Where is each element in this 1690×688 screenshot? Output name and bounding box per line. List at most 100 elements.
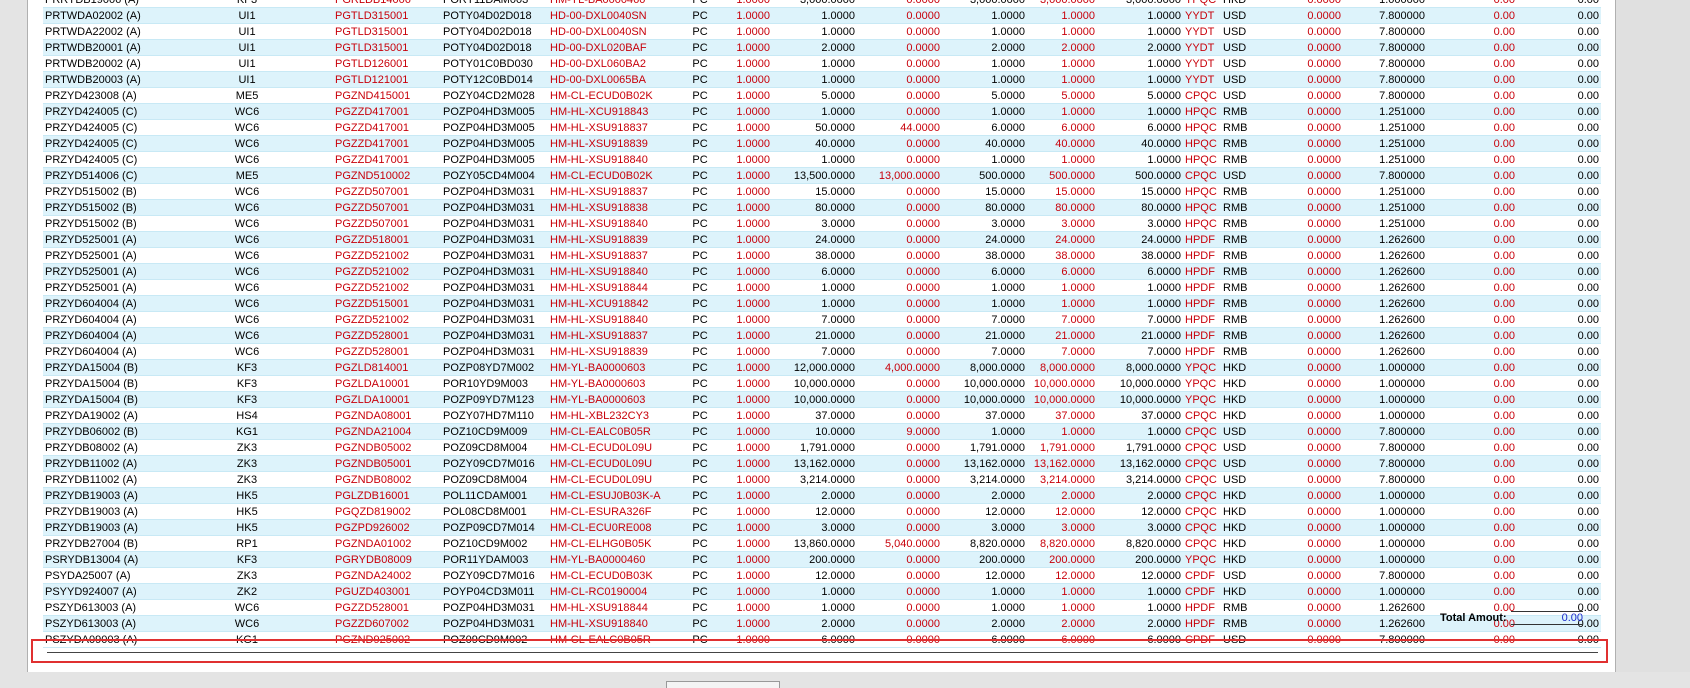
cell-amount: 0.0000 <box>1283 567 1343 584</box>
cell-status-code: HPDF <box>1183 279 1221 296</box>
cell-po-no: POYP04CD3M011 <box>441 583 548 600</box>
cell-dept: UI1 <box>161 55 333 72</box>
cell-local-amount: 0.00 <box>1427 23 1517 40</box>
table-row: PSYYD924007 (A) ZK2 PGUZD403001 POYP04CD3M0… <box>43 583 1601 600</box>
cell-part-no: HM-HL-XSU918837 <box>548 119 678 136</box>
cell-net-amount: 0.00 <box>1517 519 1601 536</box>
cell-qty-ordered: 13,500.0000 <box>772 167 857 184</box>
cell-status-code: HPQC <box>1183 151 1221 168</box>
cell-rate: 1.0000 <box>722 247 772 264</box>
cell-order-no: PRZYD515002 (B) <box>43 183 161 200</box>
cell-ref-no: PGZZD521002 <box>333 279 441 296</box>
cell-part-no: HM-CL-ECUD0B03K <box>548 567 678 584</box>
cell-order-no: PRZYD525001 (A) <box>43 263 161 280</box>
cell-exchange-rate: 7.800000 <box>1343 39 1427 56</box>
cell-currency: RMB <box>1221 279 1283 296</box>
cell-amount: 0.0000 <box>1283 487 1343 504</box>
cell-exchange-rate: 1.262600 <box>1343 343 1427 360</box>
cell-unit: PC <box>678 119 722 136</box>
cell-qty-ordered: 3.0000 <box>772 215 857 232</box>
cell-dept: WC6 <box>161 183 333 200</box>
cell-qty-total: 38.0000 <box>1097 247 1183 264</box>
cell-amount: 0.0000 <box>1283 343 1343 360</box>
cell-po-no: POZP04HD3M031 <box>441 231 548 248</box>
cell-exchange-rate: 1.000000 <box>1343 391 1427 408</box>
cell-local-amount: 0.00 <box>1427 215 1517 232</box>
table-row: PSZYD613003 (A) WC6 PGZZD528001 POZP04HD3M0… <box>43 599 1601 616</box>
cell-qty-cancelled: 0.0000 <box>857 0 942 8</box>
cell-order-no: PRZYD604004 (A) <box>43 311 161 328</box>
cell-status-code: YYDT <box>1183 39 1221 56</box>
cell-ref-no: PGZZD417001 <box>333 135 441 152</box>
cell-qty-total: 1.0000 <box>1097 23 1183 40</box>
cell-rate: 1.0000 <box>722 487 772 504</box>
cell-part-no: HM-HL-XSU918844 <box>548 279 678 296</box>
cell-po-no: POZ10CD9M009 <box>441 423 548 440</box>
cell-dept: WC6 <box>161 295 333 312</box>
cell-local-amount: 0.00 <box>1427 391 1517 408</box>
cell-exchange-rate: 1.262600 <box>1343 295 1427 312</box>
cell-unit: PC <box>678 71 722 88</box>
cell-local-amount: 0.00 <box>1427 407 1517 424</box>
cell-ref-no: PGZPD926002 <box>333 519 441 536</box>
cell-qty-shipped: 80.0000 <box>1027 199 1097 216</box>
cell-qty-shipped: 1.0000 <box>1027 23 1097 40</box>
cell-qty-balance: 15.0000 <box>942 183 1027 200</box>
cell-rate: 1.0000 <box>722 567 772 584</box>
cell-exchange-rate: 1.251000 <box>1343 183 1427 200</box>
table-row: PSRYDB13004 (A) KF3 PGRYDB08009 POR11YDAM00… <box>43 551 1601 568</box>
cell-exchange-rate: 1.000000 <box>1343 0 1427 8</box>
cell-net-amount: 0.00 <box>1517 167 1601 184</box>
cell-status-code: CPQC <box>1183 407 1221 424</box>
cell-rate: 1.0000 <box>722 471 772 488</box>
cell-exchange-rate: 1.251000 <box>1343 135 1427 152</box>
cell-order-no: PRTWDA02002 (A) <box>43 7 161 24</box>
cell-qty-ordered: 13,860.0000 <box>772 535 857 552</box>
cell-dept: WC6 <box>161 327 333 344</box>
cell-qty-total: 3.0000 <box>1097 519 1183 536</box>
cell-order-no: PRRYDB19006 (A) <box>43 0 161 8</box>
cell-local-amount: 0.00 <box>1427 503 1517 520</box>
table-row: PRZYDA19002 (A) HS4 PGZNDA08001 POZY07HD7M1… <box>43 407 1601 424</box>
cell-currency: RMB <box>1221 103 1283 120</box>
cell-ref-no: PGZZD521002 <box>333 263 441 280</box>
cell-unit: PC <box>678 455 722 472</box>
cell-rate: 1.0000 <box>722 55 772 72</box>
cell-status-code: CPQC <box>1183 503 1221 520</box>
cell-rate: 1.0000 <box>722 151 772 168</box>
cell-ref-no: PGLZDB16001 <box>333 487 441 504</box>
cell-rate: 1.0000 <box>722 359 772 376</box>
cell-exchange-rate: 7.800000 <box>1343 567 1427 584</box>
cell-net-amount: 0.00 <box>1517 263 1601 280</box>
cell-dept: HK5 <box>161 503 333 520</box>
cell-unit: PC <box>678 0 722 8</box>
cell-dept: WC6 <box>161 247 333 264</box>
cell-rate: 1.0000 <box>722 183 772 200</box>
cell-unit: PC <box>678 535 722 552</box>
cell-dept: RP1 <box>161 535 333 552</box>
cell-exchange-rate: 1.000000 <box>1343 359 1427 376</box>
cell-unit: PC <box>678 599 722 616</box>
cell-amount: 0.0000 <box>1283 359 1343 376</box>
cell-qty-ordered: 1.0000 <box>772 583 857 600</box>
table-row: PRZYD525001 (A) WC6 PGZZD521002 POZP04HD3M0… <box>43 263 1601 280</box>
cell-order-no: PRZYDA19002 (A) <box>43 407 161 424</box>
cell-qty-total: 80.0000 <box>1097 199 1183 216</box>
table-row: PRZYDA15004 (B) KF3 PGZLD814001 POZP08YD7M0… <box>43 359 1601 376</box>
cell-qty-total: 12.0000 <box>1097 503 1183 520</box>
cell-amount: 0.0000 <box>1283 167 1343 184</box>
cell-part-no: HM-HL-XSU918840 <box>548 263 678 280</box>
table-row: PRZYD424005 (C) WC6 PGZZD417001 POZP04HD3M0… <box>43 103 1601 120</box>
cell-net-amount: 0.00 <box>1517 567 1601 584</box>
cell-amount: 0.0000 <box>1283 39 1343 56</box>
cell-qty-balance: 6.0000 <box>942 263 1027 280</box>
cell-amount: 0.0000 <box>1283 503 1343 520</box>
cell-qty-ordered: 12.0000 <box>772 567 857 584</box>
cell-exchange-rate: 1.262600 <box>1343 263 1427 280</box>
cell-ref-no: PGZZD417001 <box>333 103 441 120</box>
cell-qty-balance: 3.0000 <box>942 519 1027 536</box>
cell-ref-no: PGZZD528001 <box>333 327 441 344</box>
cell-po-no: POL08CD8M001 <box>441 503 548 520</box>
cell-order-no: PRZYD525001 (A) <box>43 247 161 264</box>
cell-part-no: HM-CL-ECU0RE008 <box>548 519 678 536</box>
